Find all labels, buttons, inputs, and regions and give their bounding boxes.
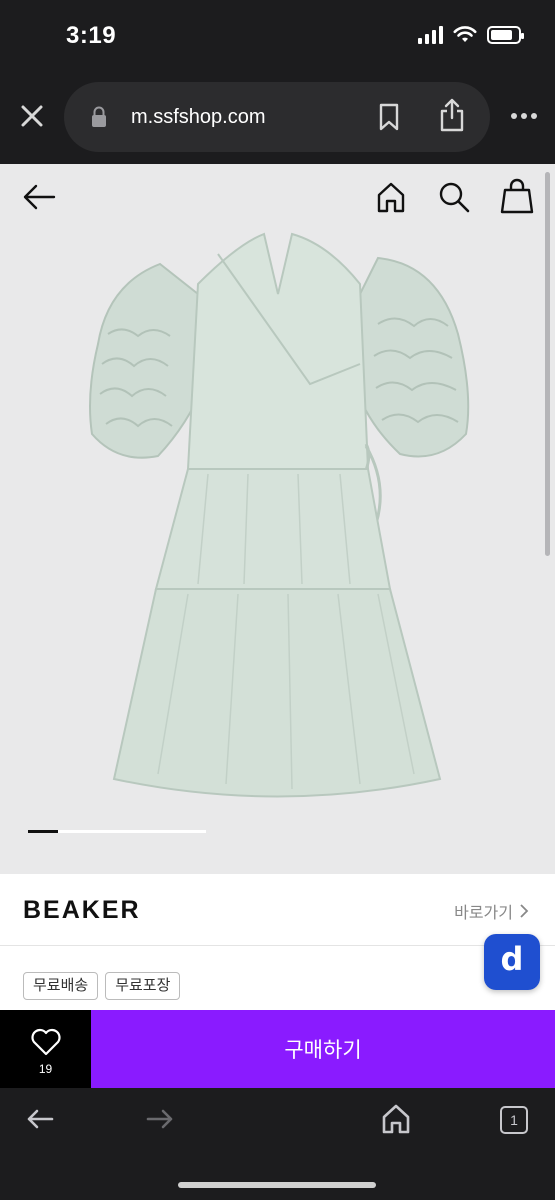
wifi-icon (453, 26, 477, 42)
shopping-bag-icon[interactable] (500, 178, 534, 214)
status-bar: 3:19 (0, 0, 555, 70)
carousel-indicator (28, 830, 206, 833)
tag-free-shipping: 무료배송 (23, 972, 99, 1000)
floating-d-button[interactable]: d (484, 934, 540, 990)
battery-level (491, 30, 512, 40)
brand-shortcut-link[interactable]: 바로가기 (454, 899, 529, 923)
product-image-area (0, 164, 555, 874)
status-icons (418, 26, 524, 44)
home-indicator (178, 1182, 376, 1188)
floating-d-label: d (500, 940, 524, 978)
page-scrollbar[interactable] (545, 172, 550, 556)
brand-shortcut-label: 바로가기 (454, 905, 513, 922)
wishlist-button[interactable]: 19 (0, 1010, 91, 1088)
battery-icon (487, 26, 524, 44)
back-arrow-icon[interactable] (22, 182, 56, 212)
brand-logo[interactable]: BEAKER (23, 896, 141, 925)
status-time: 3:19 (66, 22, 117, 49)
buy-button[interactable]: 구매하기 (91, 1010, 555, 1088)
chevron-right-icon (520, 904, 529, 918)
browser-address-bar: m.ssfshop.com (0, 70, 555, 164)
purchase-action-bar: 19 구매하기 (0, 1010, 555, 1088)
tabs-icon[interactable]: 1 (500, 1106, 528, 1134)
back-icon[interactable] (26, 1108, 54, 1130)
carousel-active-segment (28, 830, 58, 833)
brand-row: BEAKER 바로가기 (0, 874, 555, 946)
close-icon[interactable] (18, 102, 46, 130)
forward-icon[interactable] (146, 1108, 174, 1130)
product-image-dress[interactable] (78, 224, 478, 824)
web-content: BEAKER 바로가기 무료배송 무료포장 d 19 구매하기 (0, 164, 555, 1088)
home-icon[interactable] (376, 181, 406, 213)
url-text: m.ssfshop.com (131, 106, 266, 128)
browser-toolbar: 1 (0, 1088, 555, 1200)
lock-icon (92, 106, 106, 127)
wishlist-count: 19 (38, 1062, 53, 1076)
bookmark-icon[interactable] (378, 103, 400, 131)
url-field[interactable]: m.ssfshop.com (64, 82, 490, 152)
home-icon[interactable] (382, 1104, 410, 1134)
more-icon[interactable] (510, 108, 538, 124)
search-icon[interactable] (438, 181, 470, 213)
signal-icon (418, 26, 443, 44)
share-icon[interactable] (438, 98, 466, 132)
heart-icon (31, 1028, 61, 1056)
tag-free-wrapping: 무료포장 (105, 972, 181, 1000)
benefit-tags: 무료배송 무료포장 (23, 972, 181, 1000)
